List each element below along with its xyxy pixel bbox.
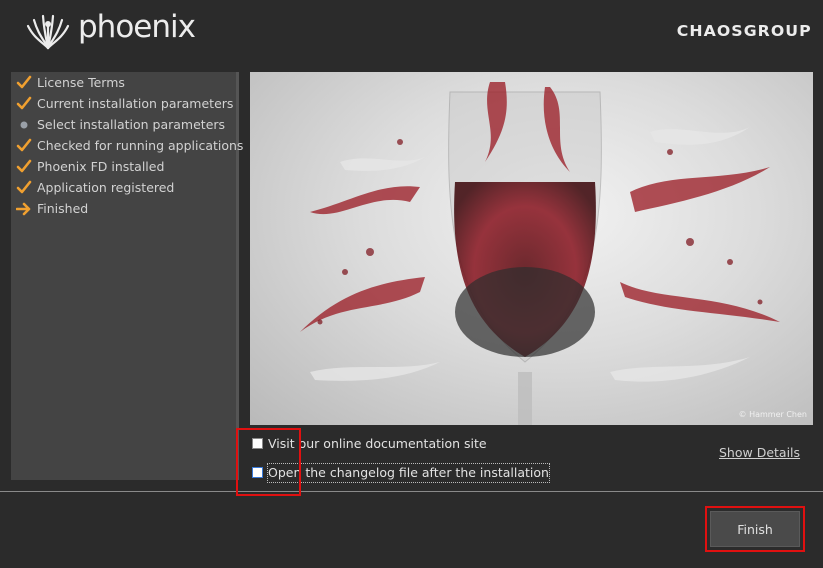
visit-docs-label[interactable]: Visit our online documentation site	[268, 435, 487, 453]
step-item: Phoenix FD installed	[11, 156, 239, 177]
step-label: Finished	[37, 201, 89, 216]
step-item: Checked for running applications	[11, 135, 243, 156]
check-icon	[16, 75, 32, 89]
image-credit: © Hammer Chen	[738, 410, 807, 419]
step-item: Finished	[11, 198, 239, 219]
check-icon	[16, 96, 32, 110]
step-label: Select installation parameters	[37, 117, 226, 132]
step-label: Phoenix FD installed	[37, 159, 165, 174]
header: phoenix CHAOSGROUP	[0, 0, 823, 70]
arrow-right-icon	[16, 202, 31, 216]
step-item: Current installation parameters	[11, 93, 239, 114]
changelog-label[interactable]: Open the changelog file after the instal…	[267, 463, 550, 483]
step-label: License Terms	[37, 75, 125, 90]
phoenix-logo-icon	[26, 14, 70, 50]
step-label: Checked for running applications	[37, 138, 244, 153]
step-item: Select installation parameters	[11, 114, 239, 135]
check-icon	[16, 138, 32, 152]
check-icon	[16, 159, 32, 173]
splash-image: © Hammer Chen	[250, 72, 813, 425]
step-label: Application registered	[37, 180, 175, 195]
visit-docs-checkbox[interactable]	[252, 438, 263, 449]
product-name: phoenix	[78, 9, 196, 45]
brand-logo: CHAOSGROUP	[677, 22, 813, 40]
step-item: Application registered	[11, 177, 239, 198]
steps-sidebar: License Terms Current installation parame…	[11, 72, 243, 480]
show-details-link[interactable]: Show Details	[719, 445, 800, 460]
step-item: License Terms	[11, 72, 239, 93]
changelog-checkbox[interactable]	[252, 467, 263, 478]
check-icon	[16, 180, 32, 194]
dot-icon	[20, 121, 28, 129]
footer-divider	[0, 491, 823, 492]
finish-button[interactable]: Finish	[710, 511, 800, 547]
wine-glass-illustration	[300, 82, 780, 425]
step-label: Current installation parameters	[37, 96, 234, 111]
